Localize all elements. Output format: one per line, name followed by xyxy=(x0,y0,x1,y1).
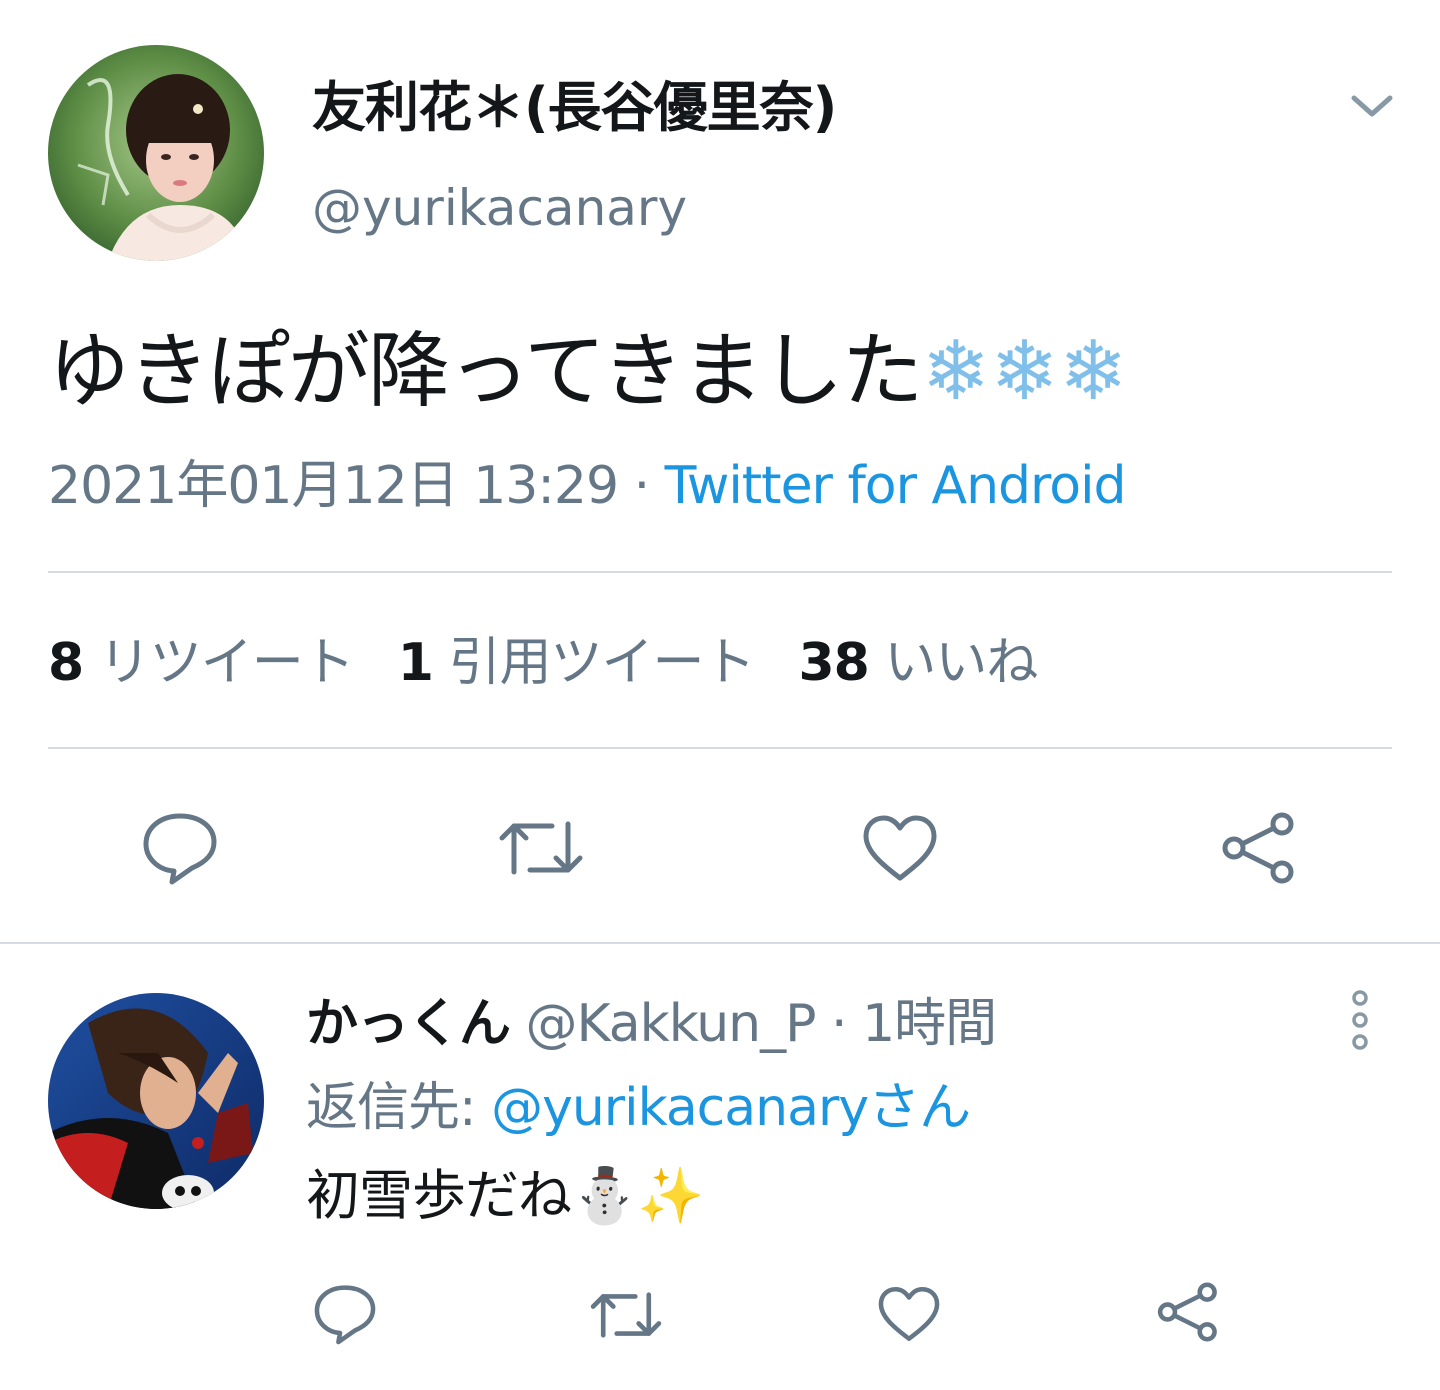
author-handle[interactable]: @yurikacanary xyxy=(312,178,687,238)
reply-author-avatar[interactable] xyxy=(48,993,264,1209)
meta-separator: · xyxy=(618,456,665,516)
heart-icon[interactable] xyxy=(860,812,940,884)
snowflake-emoji: ❄❄❄ xyxy=(921,324,1128,419)
divider xyxy=(0,942,1440,944)
like-stat[interactable]: 38 いいね xyxy=(798,633,1038,693)
heart-icon[interactable] xyxy=(876,1284,942,1344)
reply-author-handle[interactable]: @Kakkun_P xyxy=(526,994,817,1054)
tweet-detail-page: 友利花＊(長谷優里奈) @yurikacanary ゆきぽが降ってきました❄❄❄… xyxy=(0,0,1440,1390)
reply-to-label: 返信先: xyxy=(306,1078,492,1138)
snowman-sparkles-emoji: ⛄✨ xyxy=(571,1164,704,1227)
tweet-stats: 8 リツイート 1 引用ツイート 38 いいね xyxy=(48,628,1038,698)
reply-time[interactable]: 1時間 xyxy=(862,994,997,1054)
divider xyxy=(48,747,1392,749)
reply-time-separator: · xyxy=(815,994,863,1054)
reply-text-body: 初雪歩だね xyxy=(306,1164,572,1227)
reply-bubble-icon[interactable] xyxy=(312,1282,378,1346)
tweet-meta: 2021年01月12日 13:29 · Twitter for Android xyxy=(48,454,1127,518)
reply-text: 初雪歩だね⛄✨ xyxy=(306,1160,704,1232)
reply-author-name[interactable]: かっくん xyxy=(306,994,511,1054)
tweet-source-link[interactable]: Twitter for Android xyxy=(665,456,1127,516)
reply-bubble-icon[interactable] xyxy=(140,810,220,886)
retweet-icon[interactable] xyxy=(588,1288,664,1342)
author-avatar[interactable] xyxy=(48,45,264,261)
retweet-count: 8 xyxy=(48,633,84,693)
retweet-icon[interactable] xyxy=(496,816,586,880)
share-icon[interactable] xyxy=(1156,1280,1222,1344)
quote-stat[interactable]: 1 引用ツイート xyxy=(397,633,756,693)
author-name[interactable]: 友利花＊(長谷優里奈) xyxy=(312,76,837,140)
quote-count: 1 xyxy=(397,633,434,693)
like-count: 38 xyxy=(798,633,869,693)
share-icon[interactable] xyxy=(1220,810,1300,886)
tweet-text-body: ゆきぽが降ってきました xyxy=(48,324,923,419)
reply-to-line: 返信先: @yurikacanaryさん xyxy=(306,1074,971,1142)
retweet-label: リツイート xyxy=(98,633,355,693)
quote-label: 引用ツイート xyxy=(448,633,755,693)
tweet-text: ゆきぽが降ってきました❄❄❄ xyxy=(48,322,1128,422)
tweet-timestamp: 2021年01月12日 13:29 xyxy=(48,456,619,516)
chevron-down-icon[interactable] xyxy=(1344,82,1400,130)
like-label: いいね xyxy=(884,633,1038,693)
divider xyxy=(48,571,1392,573)
retweet-stat[interactable]: 8 リツイート xyxy=(48,633,355,693)
more-vertical-icon[interactable] xyxy=(1344,990,1376,1050)
reply-header: かっくん @Kakkun_P · 1時間 xyxy=(306,990,997,1058)
reply-to-mention[interactable]: @yurikacanaryさん xyxy=(491,1078,971,1138)
